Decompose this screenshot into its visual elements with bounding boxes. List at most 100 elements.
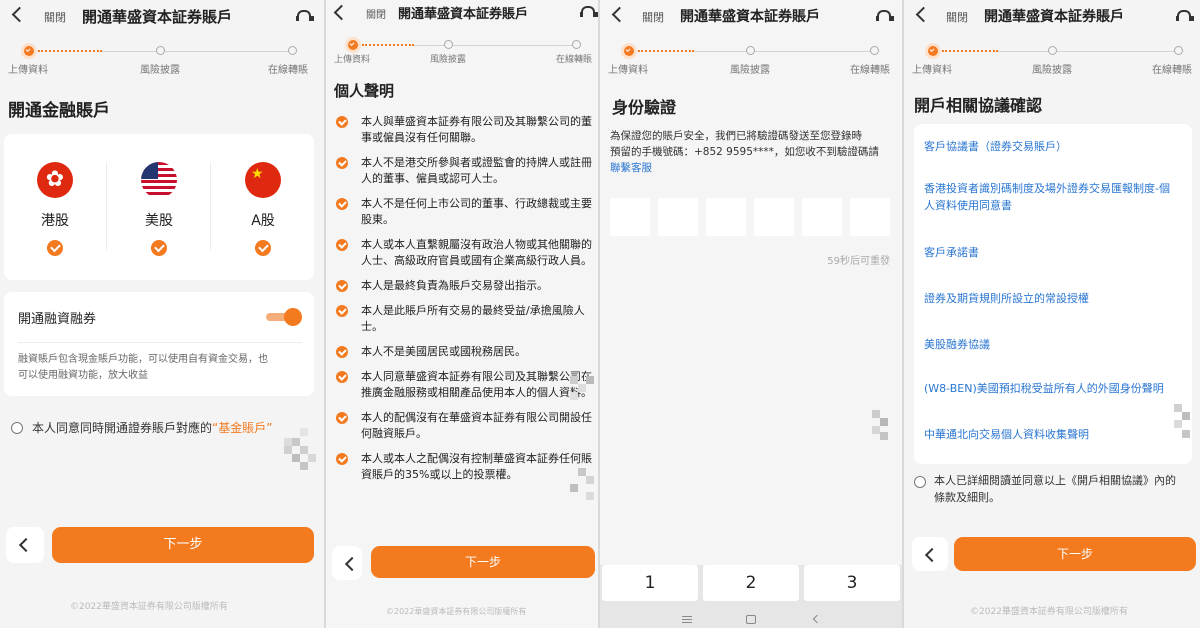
declaration-text: 本人是此賬戶所有交易的最終受益/承擔風險人 xyxy=(361,304,585,317)
check-icon xyxy=(336,280,348,292)
fund-account-radio[interactable] xyxy=(11,422,23,434)
blurred-overlay xyxy=(570,376,598,504)
margin-title: 開通融資融券 xyxy=(18,312,97,327)
nav-menu-icon[interactable] xyxy=(682,616,692,623)
blurred-overlay xyxy=(872,410,900,440)
declaration-item: 本人不是美國居民或國稅務居民。 xyxy=(336,344,592,360)
china-flag-icon xyxy=(245,162,281,198)
market-label: 港股 xyxy=(41,213,69,229)
check-icon xyxy=(336,198,348,210)
section-title: 身份驗證 xyxy=(612,98,677,117)
declaration-text: 士。 xyxy=(361,320,383,333)
headset-icon[interactable] xyxy=(580,6,598,18)
market-option-us[interactable]: 美股 xyxy=(109,162,209,256)
step-label: 上傳資料 xyxy=(608,65,648,76)
back-arrow-icon[interactable] xyxy=(610,6,626,24)
step-dot-icon xyxy=(746,46,755,55)
agreement-link[interactable]: 客戶承諾書 xyxy=(924,244,1178,261)
declaration-text: 本人或本人直繫親屬沒有政治人物或其他關聯的 xyxy=(361,238,592,251)
agreement-link[interactable]: 證券及期貨規則所設立的常設授權 xyxy=(924,290,1178,307)
screen-open-account: 關閉 開通華盛資本証券賬戶 上傳資料 風險披露 在線轉賬 開通金融賬戶 港股 美… xyxy=(0,0,324,628)
blurred-overlay xyxy=(1174,404,1200,440)
close-button[interactable]: 關閉 xyxy=(44,9,66,25)
code-digit-input[interactable] xyxy=(658,198,698,236)
close-button[interactable]: 關閉 xyxy=(642,9,664,25)
screen-identity-verification: 關閉 開通華盛資本証券賬戶 上傳資料 風險披露 在線轉賬 身份驗證 為保證您的賬… xyxy=(600,0,902,628)
step-label: 風險披露 xyxy=(140,65,180,76)
agreement-link[interactable]: 香港投資者識別碼制度及場外證券交易匯報制度-個 人資料使用同意書 xyxy=(924,180,1178,214)
next-button[interactable]: 下一步 xyxy=(954,537,1196,571)
close-button[interactable]: 關閉 xyxy=(366,6,386,21)
code-digit-input[interactable] xyxy=(610,198,650,236)
code-digit-input[interactable] xyxy=(802,198,842,236)
section-title: 開戶相關協議確認 xyxy=(914,96,1043,115)
section-title: 開通金融賬戶 xyxy=(8,101,110,121)
declaration-text: 人的董事、僱員或認可人士。 xyxy=(361,172,504,185)
previous-button[interactable] xyxy=(6,527,44,563)
declaration-item: 本人同意華盛資本証券有限公司及其聯繫公司在 推廣金融服務或相關產品使用本人的個人資… xyxy=(336,369,592,401)
declaration-text: 何融資賬戶。 xyxy=(361,427,427,440)
step-dot-icon xyxy=(870,46,879,55)
market-option-a[interactable]: A股 xyxy=(213,162,313,256)
page-title: 開通華盛資本証券賬戶 xyxy=(984,9,1124,25)
headset-icon[interactable] xyxy=(1176,10,1194,22)
agreements-radio[interactable] xyxy=(914,476,926,488)
page-title: 開通華盛資本証券賬戶 xyxy=(680,9,820,25)
blurred-overlay xyxy=(284,428,324,476)
code-digit-input[interactable] xyxy=(706,198,746,236)
declaration-list: 本人與華盛資本証券有限公司及其聯繫公司的董 事或僱員沒有任何關聯。 本人不是港交所參… xyxy=(336,114,592,492)
step-dot-icon xyxy=(1174,46,1183,55)
declaration-text: 股東。 xyxy=(361,213,394,226)
declaration-item: 本人不是港交所參與者或證監會的持牌人或註冊 人的董事、僱員或認可人士。 xyxy=(336,155,592,187)
previous-button[interactable] xyxy=(332,546,362,580)
next-button[interactable]: 下一步 xyxy=(371,546,595,578)
contact-support-link[interactable]: 聯繫客服 xyxy=(610,160,879,176)
code-digit-input[interactable] xyxy=(850,198,890,236)
agreement-link-text: 證券及期貨規則所設立的常設授權 xyxy=(924,292,1089,305)
agreement-list: 客戶協議書（證券交易賬戶） 香港投資者識別碼制度及場外證券交易匯報制度-個 人資料使… xyxy=(914,124,1192,464)
fund-account-link[interactable]: “基金賬戶” xyxy=(212,421,272,435)
declaration-item: 本人不是任何上市公司的董事、行政總裁或主要 股東。 xyxy=(336,196,592,228)
declaration-item: 本人的配偶沒有在華盛資本証券有限公司開設任 何融資賬戶。 xyxy=(336,410,592,442)
nav-home-icon[interactable] xyxy=(746,615,756,624)
margin-toggle[interactable] xyxy=(266,308,302,326)
back-arrow-icon[interactable] xyxy=(914,6,930,24)
agreement-link[interactable]: 中華通北向交易個人資料收集聲明 xyxy=(924,426,1178,443)
key-1[interactable]: 1 xyxy=(602,565,698,601)
screen-personal-declaration: 關閉 開通華盛資本証券賬戶 上傳資料 風險披露 在線轉賬 個人聲明 本人與華盛資… xyxy=(326,0,598,628)
step-dot-icon xyxy=(288,46,297,55)
progress-stepper: 上傳資料 風險披露 在線轉賬 xyxy=(326,34,598,70)
declaration-item: 本人是最終負責為賬戶交易發出指示。 xyxy=(336,278,592,294)
resend-countdown: 59秒后可重發 xyxy=(827,256,890,267)
agreement-link[interactable]: 客戶協議書（證券交易賬戶） xyxy=(924,138,1178,155)
next-button[interactable]: 下一步 xyxy=(52,527,314,563)
declaration-text: 本人同意華盛資本証券有限公司及其聯繫公司在 xyxy=(361,370,592,383)
market-label: A股 xyxy=(251,213,275,229)
agreements-consent: 本人已詳細閱讀並同意以上《開戶相關協議》內的 條款及細則。 xyxy=(934,474,1176,504)
headset-icon[interactable] xyxy=(296,10,314,22)
progress-stepper: 上傳資料 風險披露 在線轉賬 xyxy=(904,40,1200,76)
previous-button[interactable] xyxy=(912,537,948,571)
back-arrow-icon[interactable] xyxy=(332,4,348,22)
step-dot-icon xyxy=(572,40,581,49)
close-button[interactable]: 關閉 xyxy=(946,9,968,25)
code-digit-input[interactable] xyxy=(754,198,794,236)
agreement-link[interactable]: (W8-BEN)美國預扣稅受益所有人的外國身份聲明 xyxy=(924,380,1178,397)
agreement-link-text: 中華通北向交易個人資料收集聲明 xyxy=(924,428,1089,441)
progress-stepper: 上傳資料 風險披露 在線轉賬 xyxy=(0,40,324,76)
back-arrow-icon[interactable] xyxy=(10,6,26,24)
check-icon xyxy=(336,157,348,169)
check-icon xyxy=(336,453,348,465)
market-option-hk[interactable]: 港股 xyxy=(5,162,105,256)
headset-icon[interactable] xyxy=(876,10,894,22)
declaration-text: 人士、高級政府官員或國有企業高級行政人員。 xyxy=(361,254,592,267)
agreement-link[interactable]: 美股融券協議 xyxy=(924,336,1178,353)
check-icon xyxy=(336,412,348,424)
agreement-link-text: (W8-BEN)美國預扣稅受益所有人的外國身份聲明 xyxy=(924,382,1164,395)
verification-description: 為保證您的賬戶安全，我們已將驗證碼發送至您登錄時 預留的手機號碼：+852 95… xyxy=(610,130,879,176)
margin-card: 開通融資融券 融資賬戶包含現金賬戶功能，可以使用自有資金交易，也 可以使用融資功… xyxy=(4,292,314,396)
step-dot-icon xyxy=(444,40,453,49)
declaration-text: 本人不是港交所參與者或證監會的持牌人或註冊 xyxy=(361,156,592,169)
key-2[interactable]: 2 xyxy=(703,565,799,601)
key-3[interactable]: 3 xyxy=(804,565,900,601)
